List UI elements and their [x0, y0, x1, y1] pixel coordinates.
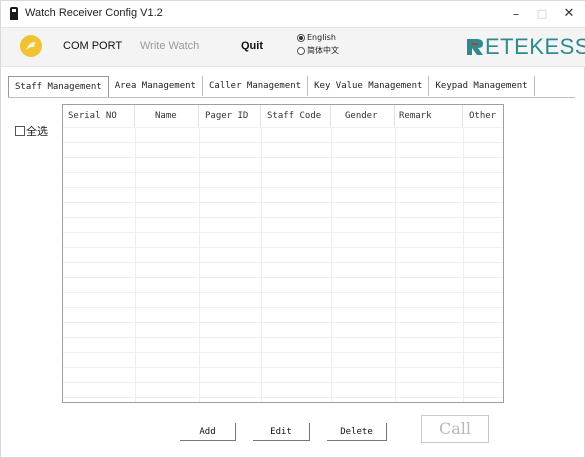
column-divider [331, 127, 332, 402]
row-divider [63, 352, 503, 353]
select-all-checkbox[interactable]: 全选 [15, 123, 48, 139]
row-divider [63, 217, 503, 218]
write-watch-button[interactable]: Write Watch [140, 40, 199, 52]
column-divider [135, 127, 136, 402]
quit-button[interactable]: Quit [241, 40, 263, 52]
row-divider [63, 172, 503, 173]
select-all-label: 全选 [26, 125, 48, 138]
app-window: Watch Receiver Config V1.2 – □ ✕ COM POR… [0, 0, 585, 458]
maximize-button[interactable]: □ [528, 4, 556, 24]
column-name[interactable]: Name [135, 105, 199, 127]
radio-chinese[interactable] [297, 46, 305, 55]
row-divider [63, 322, 503, 323]
row-divider [63, 157, 503, 158]
logo-mark-icon [26, 42, 36, 50]
minimize-button[interactable]: – [502, 4, 530, 24]
language-option-chinese[interactable]: 简体中文 [297, 45, 339, 56]
tab-panel-border [8, 97, 575, 98]
table-header: Serial NO Name Pager ID Staff Code Gende… [63, 105, 503, 127]
language-chinese-label: 简体中文 [307, 46, 339, 55]
row-divider [63, 232, 503, 233]
column-divider [199, 127, 200, 402]
row-divider [63, 397, 503, 398]
call-button[interactable]: Call [421, 415, 489, 443]
row-divider [63, 187, 503, 188]
tab-strip: Staff Management Area Management Caller … [8, 76, 535, 98]
tab-staff-management[interactable]: Staff Management [8, 76, 109, 98]
row-divider [63, 142, 503, 143]
row-divider [63, 382, 503, 383]
column-staff-code[interactable]: Staff Code [261, 105, 331, 127]
edit-button[interactable]: Edit [253, 423, 310, 441]
checkbox-box[interactable] [15, 126, 25, 136]
column-divider [395, 127, 396, 402]
delete-button[interactable]: Delete [327, 423, 387, 441]
window-title: Watch Receiver Config V1.2 [25, 7, 163, 19]
tab-area-management[interactable]: Area Management [109, 76, 203, 96]
add-button[interactable]: Add [180, 423, 236, 441]
column-gender[interactable]: Gender [331, 105, 395, 127]
column-serial-no[interactable]: Serial NO [63, 105, 135, 127]
row-divider [63, 337, 503, 338]
title-bar: Watch Receiver Config V1.2 – □ ✕ [1, 1, 585, 27]
com-port-button[interactable]: COM PORT [63, 40, 122, 52]
tab-caller-management[interactable]: Caller Management [203, 76, 309, 96]
brand-logo: ETEKESS [465, 34, 585, 60]
column-divider [463, 127, 464, 402]
column-pager-id[interactable]: Pager ID [199, 105, 261, 127]
row-divider [63, 202, 503, 203]
brand-text: ETEKESS [485, 34, 585, 59]
toolbar: COM PORT Write Watch Quit English 简体中文 E… [1, 27, 585, 67]
row-divider [63, 247, 503, 248]
brand-mark-icon [467, 39, 483, 55]
row-divider [63, 292, 503, 293]
column-other[interactable]: Other [463, 105, 503, 127]
close-button[interactable]: ✕ [555, 4, 583, 24]
row-divider [63, 277, 503, 278]
app-logo-icon [20, 35, 42, 57]
column-divider [261, 127, 262, 402]
tab-keypad-management[interactable]: Keypad Management [429, 76, 535, 96]
language-english-label: English [307, 33, 336, 42]
language-option-english[interactable]: English [297, 33, 336, 42]
app-icon [10, 7, 18, 20]
row-divider [63, 307, 503, 308]
row-divider [63, 367, 503, 368]
tab-key-value-management[interactable]: Key Value Management [308, 76, 430, 96]
row-divider [63, 127, 503, 128]
column-remark[interactable]: Remark [395, 105, 463, 127]
staff-table[interactable]: Serial NO Name Pager ID Staff Code Gende… [62, 104, 504, 403]
row-divider [63, 262, 503, 263]
radio-english[interactable] [297, 33, 305, 42]
